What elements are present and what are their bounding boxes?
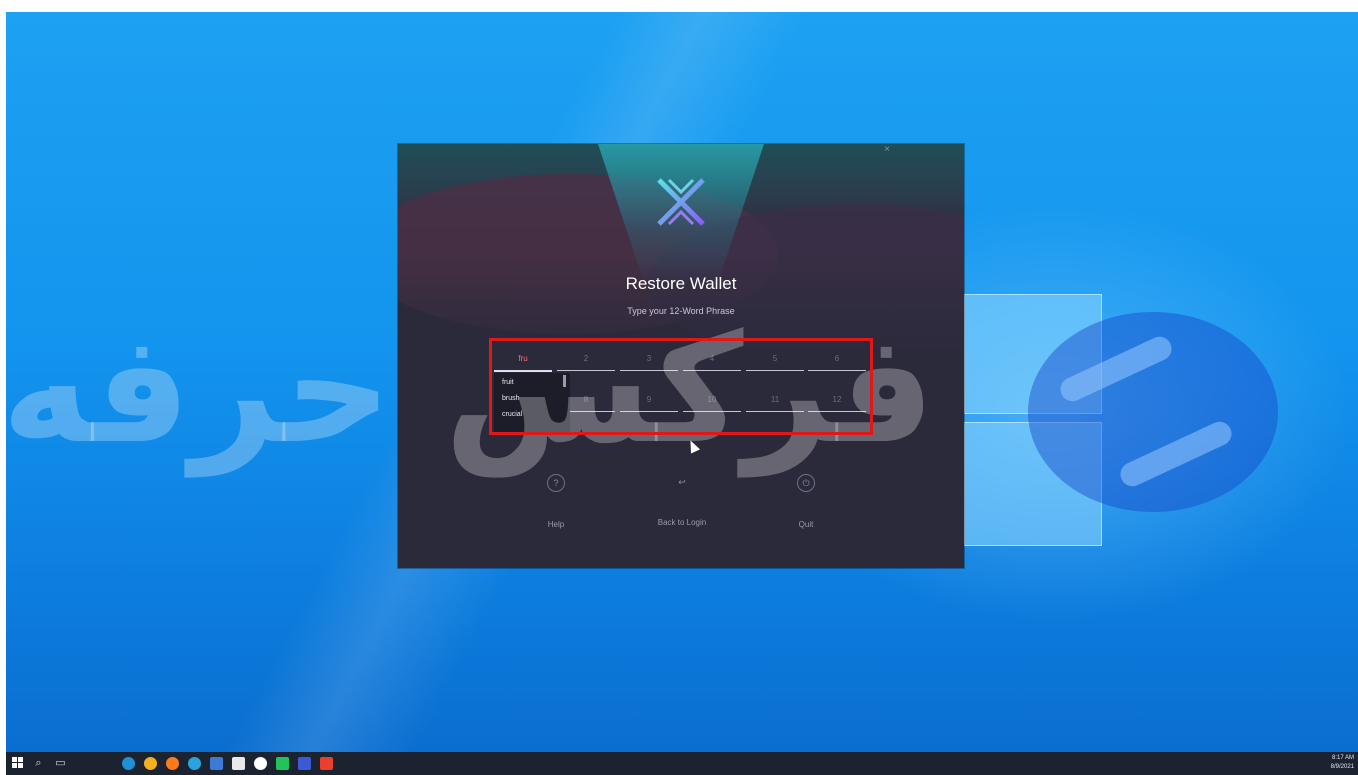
help-button[interactable]: ? Help [516,474,596,529]
back-to-login-label: Back to Login [657,518,707,527]
mail-icon[interactable] [210,757,223,770]
chrome-icon[interactable] [144,757,157,770]
power-icon: ⏻ [797,474,815,492]
highlight-box [489,338,873,435]
quit-label: Quit [798,520,814,529]
telegram-icon[interactable] [188,757,201,770]
store-icon[interactable] [232,757,245,770]
back-arrow-icon: ↩ [678,477,686,487]
firefox-icon[interactable] [166,757,179,770]
app-icon[interactable] [254,757,267,770]
help-icon: ? [547,474,565,492]
task-view-icon[interactable]: ▭ [54,757,67,770]
quit-button[interactable]: ⏻ Quit [766,474,846,529]
page-subtitle: Type your 12-Word Phrase [627,306,735,316]
help-label: Help [547,520,565,529]
edge-icon[interactable] [122,757,135,770]
page-title: Restore Wallet [625,274,737,293]
search-icon[interactable]: ⌕ [32,757,45,770]
clock-date: 8/9/2021 [1330,764,1354,770]
exodus-logo-icon [657,178,705,226]
exodus-icon[interactable] [298,757,311,770]
clock-time: 8:17 AM [1331,755,1354,761]
red-app-icon[interactable] [320,757,333,770]
start-icon[interactable] [12,757,25,770]
green-app-icon[interactable] [276,757,289,770]
system-clock[interactable]: 8:17 AM 8/9/2021 [1331,754,1354,772]
back-to-login-button[interactable]: ↩ Back to Login [642,474,722,527]
taskbar: ⌕ ▭ 8:17 AM 8/9/2021 [6,752,1358,775]
close-button[interactable]: × [884,144,890,155]
